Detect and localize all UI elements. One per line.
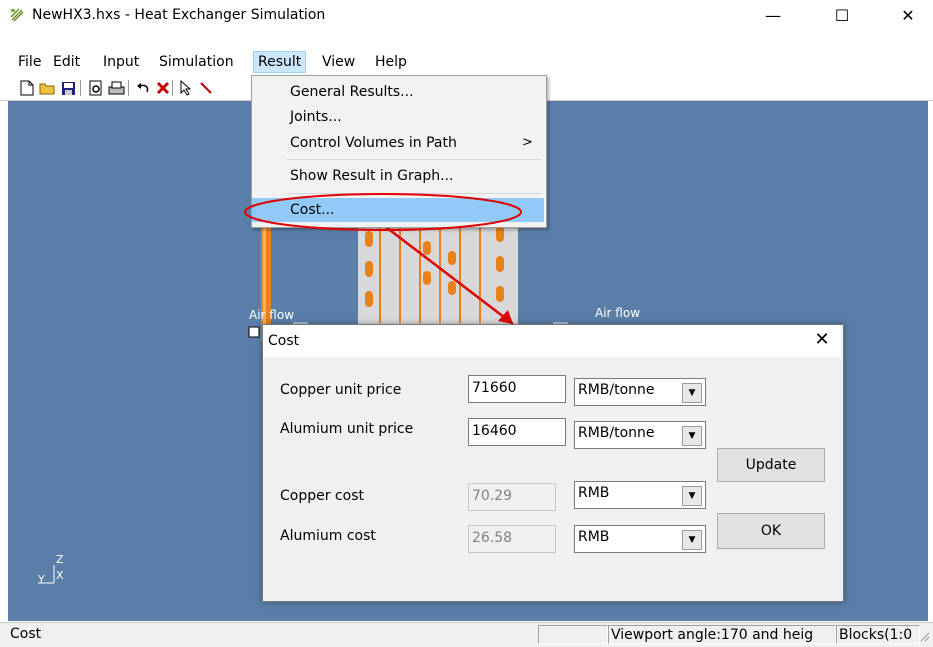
alumium-cost-unit-select[interactable]: RMB ▼ <box>574 525 706 553</box>
print-preview-icon[interactable] <box>87 79 105 97</box>
cost-dialog-title: Cost <box>268 333 300 349</box>
alumium-cost-field: 26.58 <box>468 525 556 553</box>
update-button[interactable]: Update <box>717 448 825 482</box>
menu-separator <box>287 159 541 160</box>
toolbar-separator <box>80 80 81 96</box>
menu-view[interactable]: View <box>318 51 359 73</box>
status-text: Cost <box>10 626 42 642</box>
print-icon[interactable] <box>107 79 125 97</box>
save-icon[interactable] <box>59 79 77 97</box>
close-window-button[interactable]: ✕ <box>885 0 931 30</box>
airflow-right-label: Air flow <box>595 306 641 320</box>
submenu-arrow-icon: > <box>522 135 533 150</box>
copper-cost-label: Copper cost <box>280 488 364 504</box>
new-file-icon[interactable] <box>18 79 36 97</box>
chevron-down-icon: ▼ <box>682 530 702 550</box>
menu-help[interactable]: Help <box>371 51 411 73</box>
copper-unit-price-label: Copper unit price <box>280 382 402 398</box>
alumium-cost-unit-value: RMB <box>578 529 610 545</box>
app-icon <box>10 8 24 22</box>
menu-item-control-volumes[interactable]: Control Volumes in Path <box>252 131 544 155</box>
toolbar-separator <box>172 80 173 96</box>
copper-cost-field: 70.29 <box>468 483 556 511</box>
chevron-down-icon: ▼ <box>682 383 702 403</box>
copper-unit-value: RMB/tonne <box>578 382 655 398</box>
cost-dialog-close-button[interactable]: ✕ <box>812 330 832 350</box>
menu-item-general-results[interactable]: General Results... <box>252 80 544 104</box>
copper-cost-unit-select[interactable]: RMB ▼ <box>574 481 706 509</box>
menu-edit[interactable]: Edit <box>49 51 84 73</box>
menu-input[interactable]: Input <box>99 51 143 73</box>
delete-icon[interactable] <box>154 79 172 97</box>
status-pane-empty <box>538 625 608 644</box>
maximize-button[interactable]: ☐ <box>819 0 865 30</box>
airflow-left-label: Air flow <box>249 308 295 322</box>
menu-file[interactable]: File <box>14 51 45 73</box>
axis-indicator-icon <box>38 565 55 584</box>
status-viewport-info: Viewport angle:170 and heig <box>608 625 836 644</box>
toolbar-separator <box>128 80 129 96</box>
copper-unit-select[interactable]: RMB/tonne ▼ <box>574 378 706 406</box>
cost-dialog-titlebar <box>263 325 841 357</box>
select-pointer-icon[interactable] <box>177 79 195 97</box>
annotation-ellipse <box>244 193 522 231</box>
alumium-unit-select[interactable]: RMB/tonne ▼ <box>574 421 706 449</box>
window-title: NewHX3.hxs - Heat Exchanger Simulation <box>32 7 326 23</box>
copper-unit-price-input[interactable]: 71660 <box>468 375 566 403</box>
chevron-down-icon: ▼ <box>682 486 702 506</box>
resize-grip-icon[interactable] <box>918 630 930 642</box>
chevron-down-icon: ▼ <box>682 426 702 446</box>
menu-simulation[interactable]: Simulation <box>155 51 238 73</box>
copper-cost-unit-value: RMB <box>578 485 610 501</box>
menu-item-joints[interactable]: Joints... <box>252 105 544 129</box>
undo-icon[interactable] <box>134 79 152 97</box>
status-blocks: Blocks(1:0 <box>836 625 920 644</box>
menu-item-show-result-graph[interactable]: Show Result in Graph... <box>252 164 544 188</box>
menu-result[interactable]: Result <box>253 51 307 73</box>
minimize-button[interactable]: — <box>750 0 796 30</box>
draw-line-icon[interactable] <box>197 79 215 97</box>
alumium-unit-value: RMB/tonne <box>578 425 655 441</box>
alumium-cost-label: Alumium cost <box>280 528 376 544</box>
open-folder-icon[interactable] <box>39 79 57 97</box>
alumium-unit-price-input[interactable]: 16460 <box>468 418 566 446</box>
alumium-unit-price-label: Alumium unit price <box>280 421 414 437</box>
ok-button[interactable]: OK <box>717 513 825 549</box>
